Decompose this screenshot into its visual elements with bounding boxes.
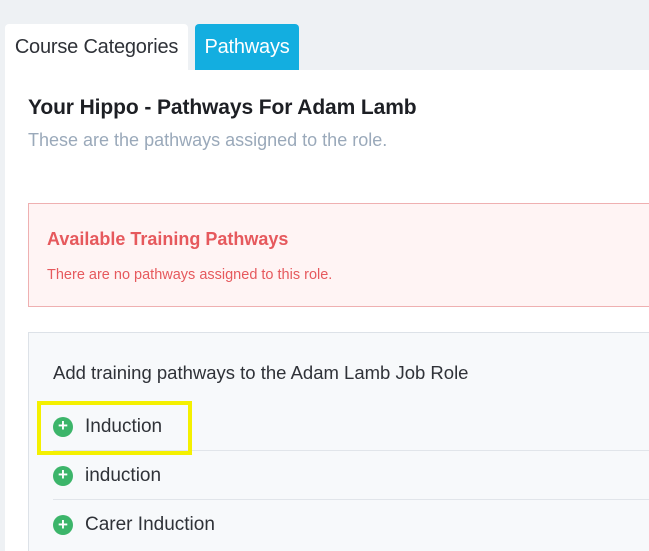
plus-circle-icon[interactable]: + [53, 515, 73, 535]
alert-message: There are no pathways assigned to this r… [47, 267, 333, 283]
page-subtitle: These are the pathways assigned to the r… [28, 130, 388, 150]
pathway-label: Carer Induction [85, 514, 215, 535]
available-pathways-alert: Available Training Pathways There are no… [28, 203, 649, 307]
add-pathway-item-induction-lowercase[interactable]: + induction [53, 452, 649, 500]
tab-bar: Course Categories Pathways [0, 0, 649, 70]
pathway-label: induction [85, 464, 162, 486]
plus-circle-icon[interactable]: + [53, 465, 73, 486]
tab-course-categories[interactable]: Course Categories [5, 24, 188, 70]
pathways-panel: Your Hippo - Pathways For Adam Lamb Thes… [5, 70, 649, 551]
tab-pathways[interactable]: Pathways [195, 24, 299, 70]
alert-title: Available Training Pathways [47, 229, 289, 249]
add-pathway-item-carer-induction[interactable]: + Carer Induction [53, 501, 649, 549]
add-pathways-section: Add training pathways to the Adam Lamb J… [28, 332, 649, 551]
add-pathways-heading: Add training pathways to the Adam Lamb J… [53, 362, 469, 383]
plus-circle-icon[interactable]: + [53, 416, 73, 437]
add-pathway-item-induction[interactable]: + Induction [53, 403, 649, 451]
pathway-label: Induction [85, 415, 163, 437]
page-title: Your Hippo - Pathways For Adam Lamb [28, 96, 417, 119]
